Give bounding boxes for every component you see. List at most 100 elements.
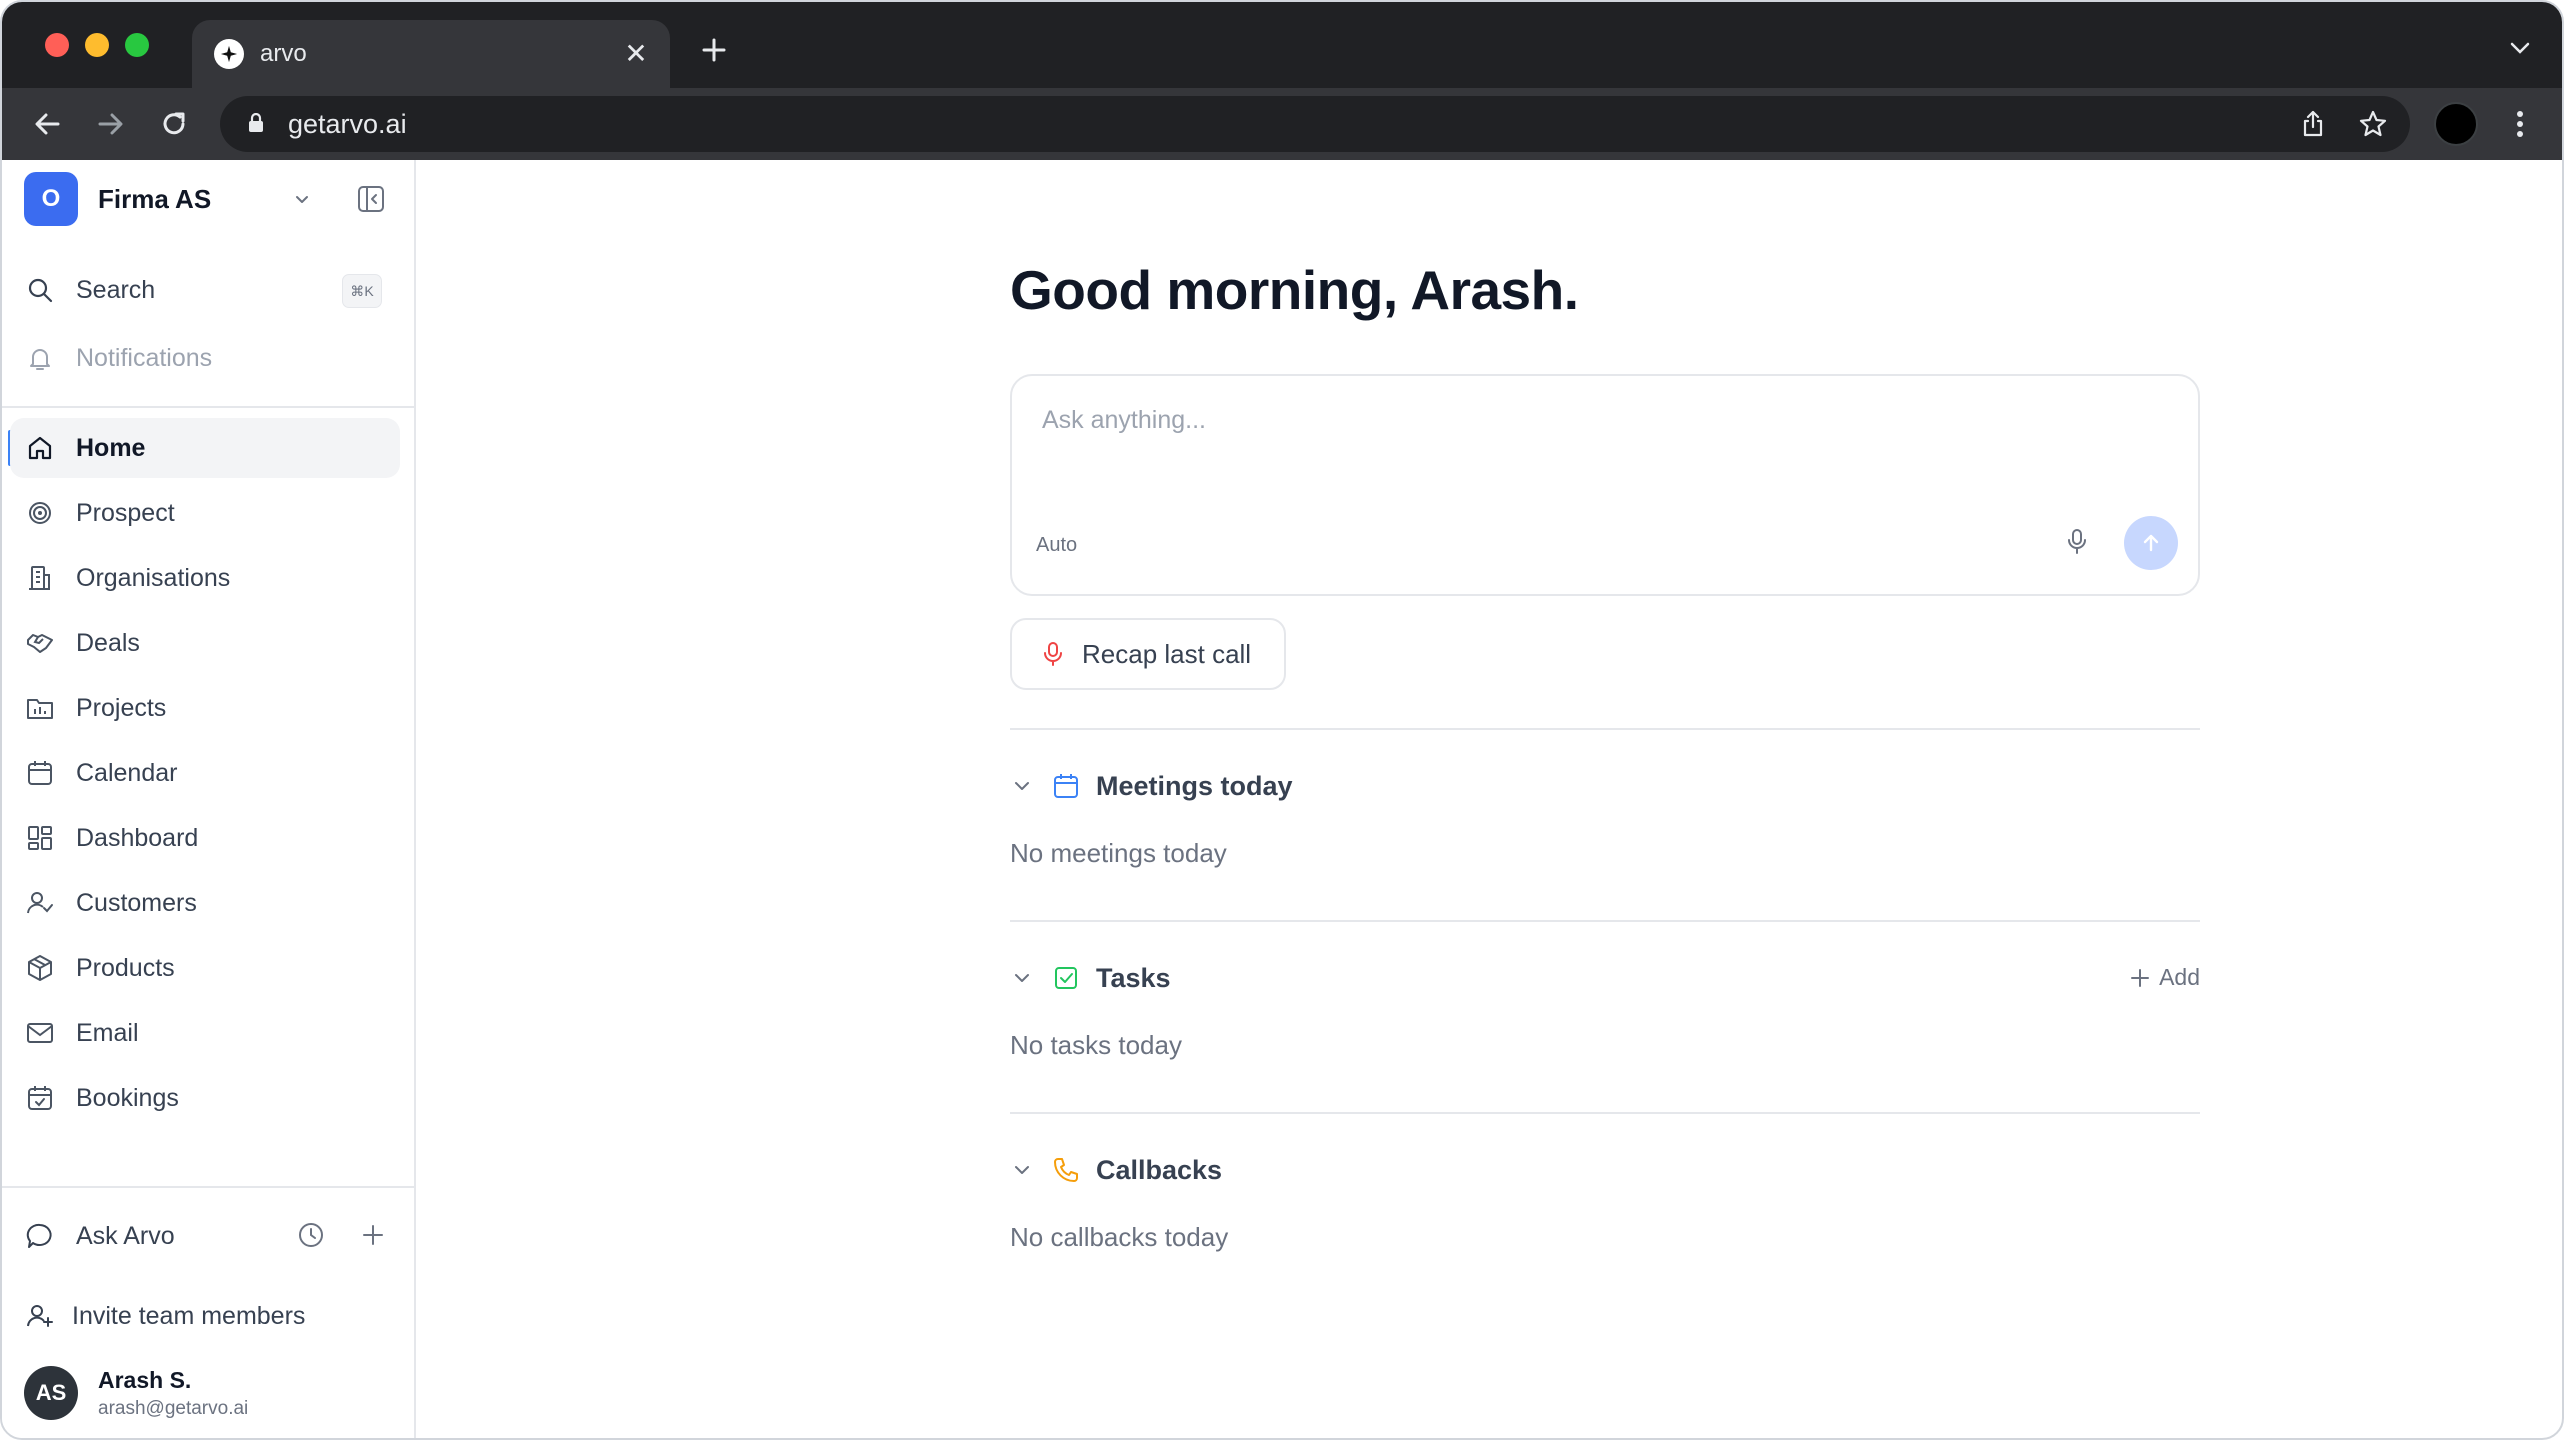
tasks-empty-text: No tasks today [1010, 1030, 1182, 1060]
checkbox-checked-icon [1055, 967, 1077, 989]
sidebar-invite-team[interactable]: Invite team members [10, 1286, 400, 1346]
section-tasks-header[interactable]: Tasks Add [1010, 958, 2200, 998]
folder-chart-icon [24, 692, 56, 724]
forward-arrow-icon[interactable] [92, 106, 128, 142]
section-divider [1010, 1112, 2200, 1114]
main-content: Good morning, Arash. Auto [1010, 160, 2200, 1438]
section-divider [1010, 728, 2200, 730]
ask-arvo-label: Ask Arvo [76, 1221, 175, 1250]
send-button[interactable] [2124, 516, 2178, 570]
browser-tab-arvo[interactable]: arvo ✕ [192, 20, 670, 88]
chevron-down-icon [1015, 974, 1029, 982]
microphone-icon[interactable] [2062, 526, 2092, 556]
target-icon [24, 497, 56, 529]
sidebar-item-label: Email [76, 1018, 139, 1047]
reload-icon[interactable] [156, 106, 192, 142]
search-shortcut-badge: ⌘K [342, 274, 382, 308]
package-icon [24, 952, 56, 984]
calendar-icon [24, 757, 56, 789]
section-title: Tasks [1096, 962, 1171, 993]
add-label: Add [2159, 964, 2200, 990]
calendar-icon [1054, 774, 1078, 798]
dashboard-grid-icon [24, 822, 56, 854]
section-meetings-header[interactable]: Meetings today [1010, 766, 2200, 806]
add-task-button[interactable]: Add [2129, 964, 2200, 991]
sidebar-item-label: Calendar [76, 758, 178, 787]
sidebar-item-label: Prospect [76, 498, 175, 527]
ask-input[interactable] [1042, 406, 2142, 435]
sidebar-divider [2, 406, 416, 408]
calendar-check-icon [24, 1082, 56, 1114]
tab-search-chevron-icon[interactable] [2508, 40, 2532, 56]
user-plus-icon [24, 1300, 56, 1332]
sidebar-item-calendar[interactable]: Calendar [10, 743, 400, 803]
user-email: arash@getarvo.ai [98, 1397, 249, 1419]
sidebar-notifications[interactable]: Notifications [10, 328, 400, 388]
sidebar-item-customers[interactable]: Customers [10, 873, 400, 933]
chevron-down-icon [1015, 1166, 1029, 1174]
chat-bubble-icon [24, 1220, 56, 1252]
sidebar-item-home[interactable]: Home [10, 418, 400, 478]
sidebar-search[interactable]: Search ⌘K [10, 260, 400, 320]
user-profile[interactable]: AS Arash S. arash@getarvo.ai [24, 1366, 248, 1420]
minimize-window-button[interactable] [85, 33, 109, 57]
new-tab-plus-icon[interactable] [696, 32, 732, 68]
sidebar-item-label: Customers [76, 888, 197, 917]
chevron-down-icon [1015, 782, 1029, 790]
section-divider [1010, 920, 2200, 922]
mail-icon [24, 1017, 56, 1049]
sidebar-item-email[interactable]: Email [10, 1003, 400, 1063]
meetings-empty-text: No meetings today [1010, 838, 1227, 868]
home-icon [24, 432, 56, 464]
arvo-favicon-icon [214, 39, 244, 69]
app-root: O Firma AS Search ⌘K Notifications Home … [2, 160, 2562, 1438]
search-icon [24, 274, 56, 306]
workspace-badge: O [24, 172, 78, 226]
phone-icon [1054, 1158, 1078, 1182]
invite-label: Invite team members [72, 1301, 306, 1330]
avatar: AS [24, 1366, 78, 1420]
browser-menu-icon[interactable] [2508, 106, 2532, 142]
sidebar-item-label: Deals [76, 628, 140, 657]
url-text: getarvo.ai [288, 109, 407, 139]
address-bar[interactable]: getarvo.ai [220, 96, 2410, 152]
plus-icon [2131, 968, 2150, 987]
tab-close-icon[interactable]: ✕ [616, 40, 656, 68]
chevron-down-icon [296, 196, 308, 203]
sidebar-item-label: Projects [76, 693, 167, 722]
browser-profile-avatar[interactable] [2434, 102, 2478, 146]
sidebar: O Firma AS Search ⌘K Notifications Home … [2, 160, 416, 1438]
sidebar-divider [2, 1186, 416, 1188]
recap-label: Recap last call [1082, 638, 1252, 669]
bookmark-star-icon[interactable] [2358, 109, 2388, 139]
maximize-window-button[interactable] [125, 33, 149, 57]
sidebar-item-label: Home [76, 433, 146, 462]
sidebar-ask-arvo[interactable]: Ask Arvo [10, 1206, 310, 1266]
sidebar-item-dashboard[interactable]: Dashboard [10, 808, 400, 868]
close-window-button[interactable] [45, 33, 69, 57]
section-title: Meetings today [1096, 770, 1293, 801]
share-icon[interactable] [2298, 109, 2328, 139]
back-arrow-icon[interactable] [30, 106, 66, 142]
section-callbacks-header[interactable]: Callbacks [1010, 1150, 2200, 1190]
sidebar-item-projects[interactable]: Projects [10, 678, 400, 738]
sidebar-item-deals[interactable]: Deals [10, 613, 400, 673]
sidebar-item-bookings[interactable]: Bookings [10, 1068, 400, 1128]
mode-selector[interactable]: Auto [1036, 534, 1077, 557]
sidebar-item-label: Dashboard [76, 823, 199, 852]
user-check-icon [24, 887, 56, 919]
sidebar-item-products[interactable]: Products [10, 938, 400, 998]
section-title: Callbacks [1096, 1154, 1223, 1185]
sidebar-item-prospect[interactable]: Prospect [10, 483, 400, 543]
new-chat-plus-icon[interactable] [358, 1220, 388, 1250]
user-name: Arash S. [98, 1366, 192, 1393]
sidebar-item-organisations[interactable]: Organisations [10, 548, 400, 608]
history-clock-icon[interactable] [296, 1220, 326, 1250]
arrow-up-icon [2143, 534, 2159, 552]
sidebar-item-label: Bookings [76, 1083, 179, 1112]
collapse-sidebar-icon[interactable] [356, 184, 386, 214]
workspace-switcher[interactable]: O Firma AS [24, 172, 396, 226]
lock-icon [249, 113, 263, 132]
page-title: Good morning, Arash. [1010, 259, 1579, 321]
recap-last-call-button[interactable]: Recap last call [1010, 618, 1286, 690]
